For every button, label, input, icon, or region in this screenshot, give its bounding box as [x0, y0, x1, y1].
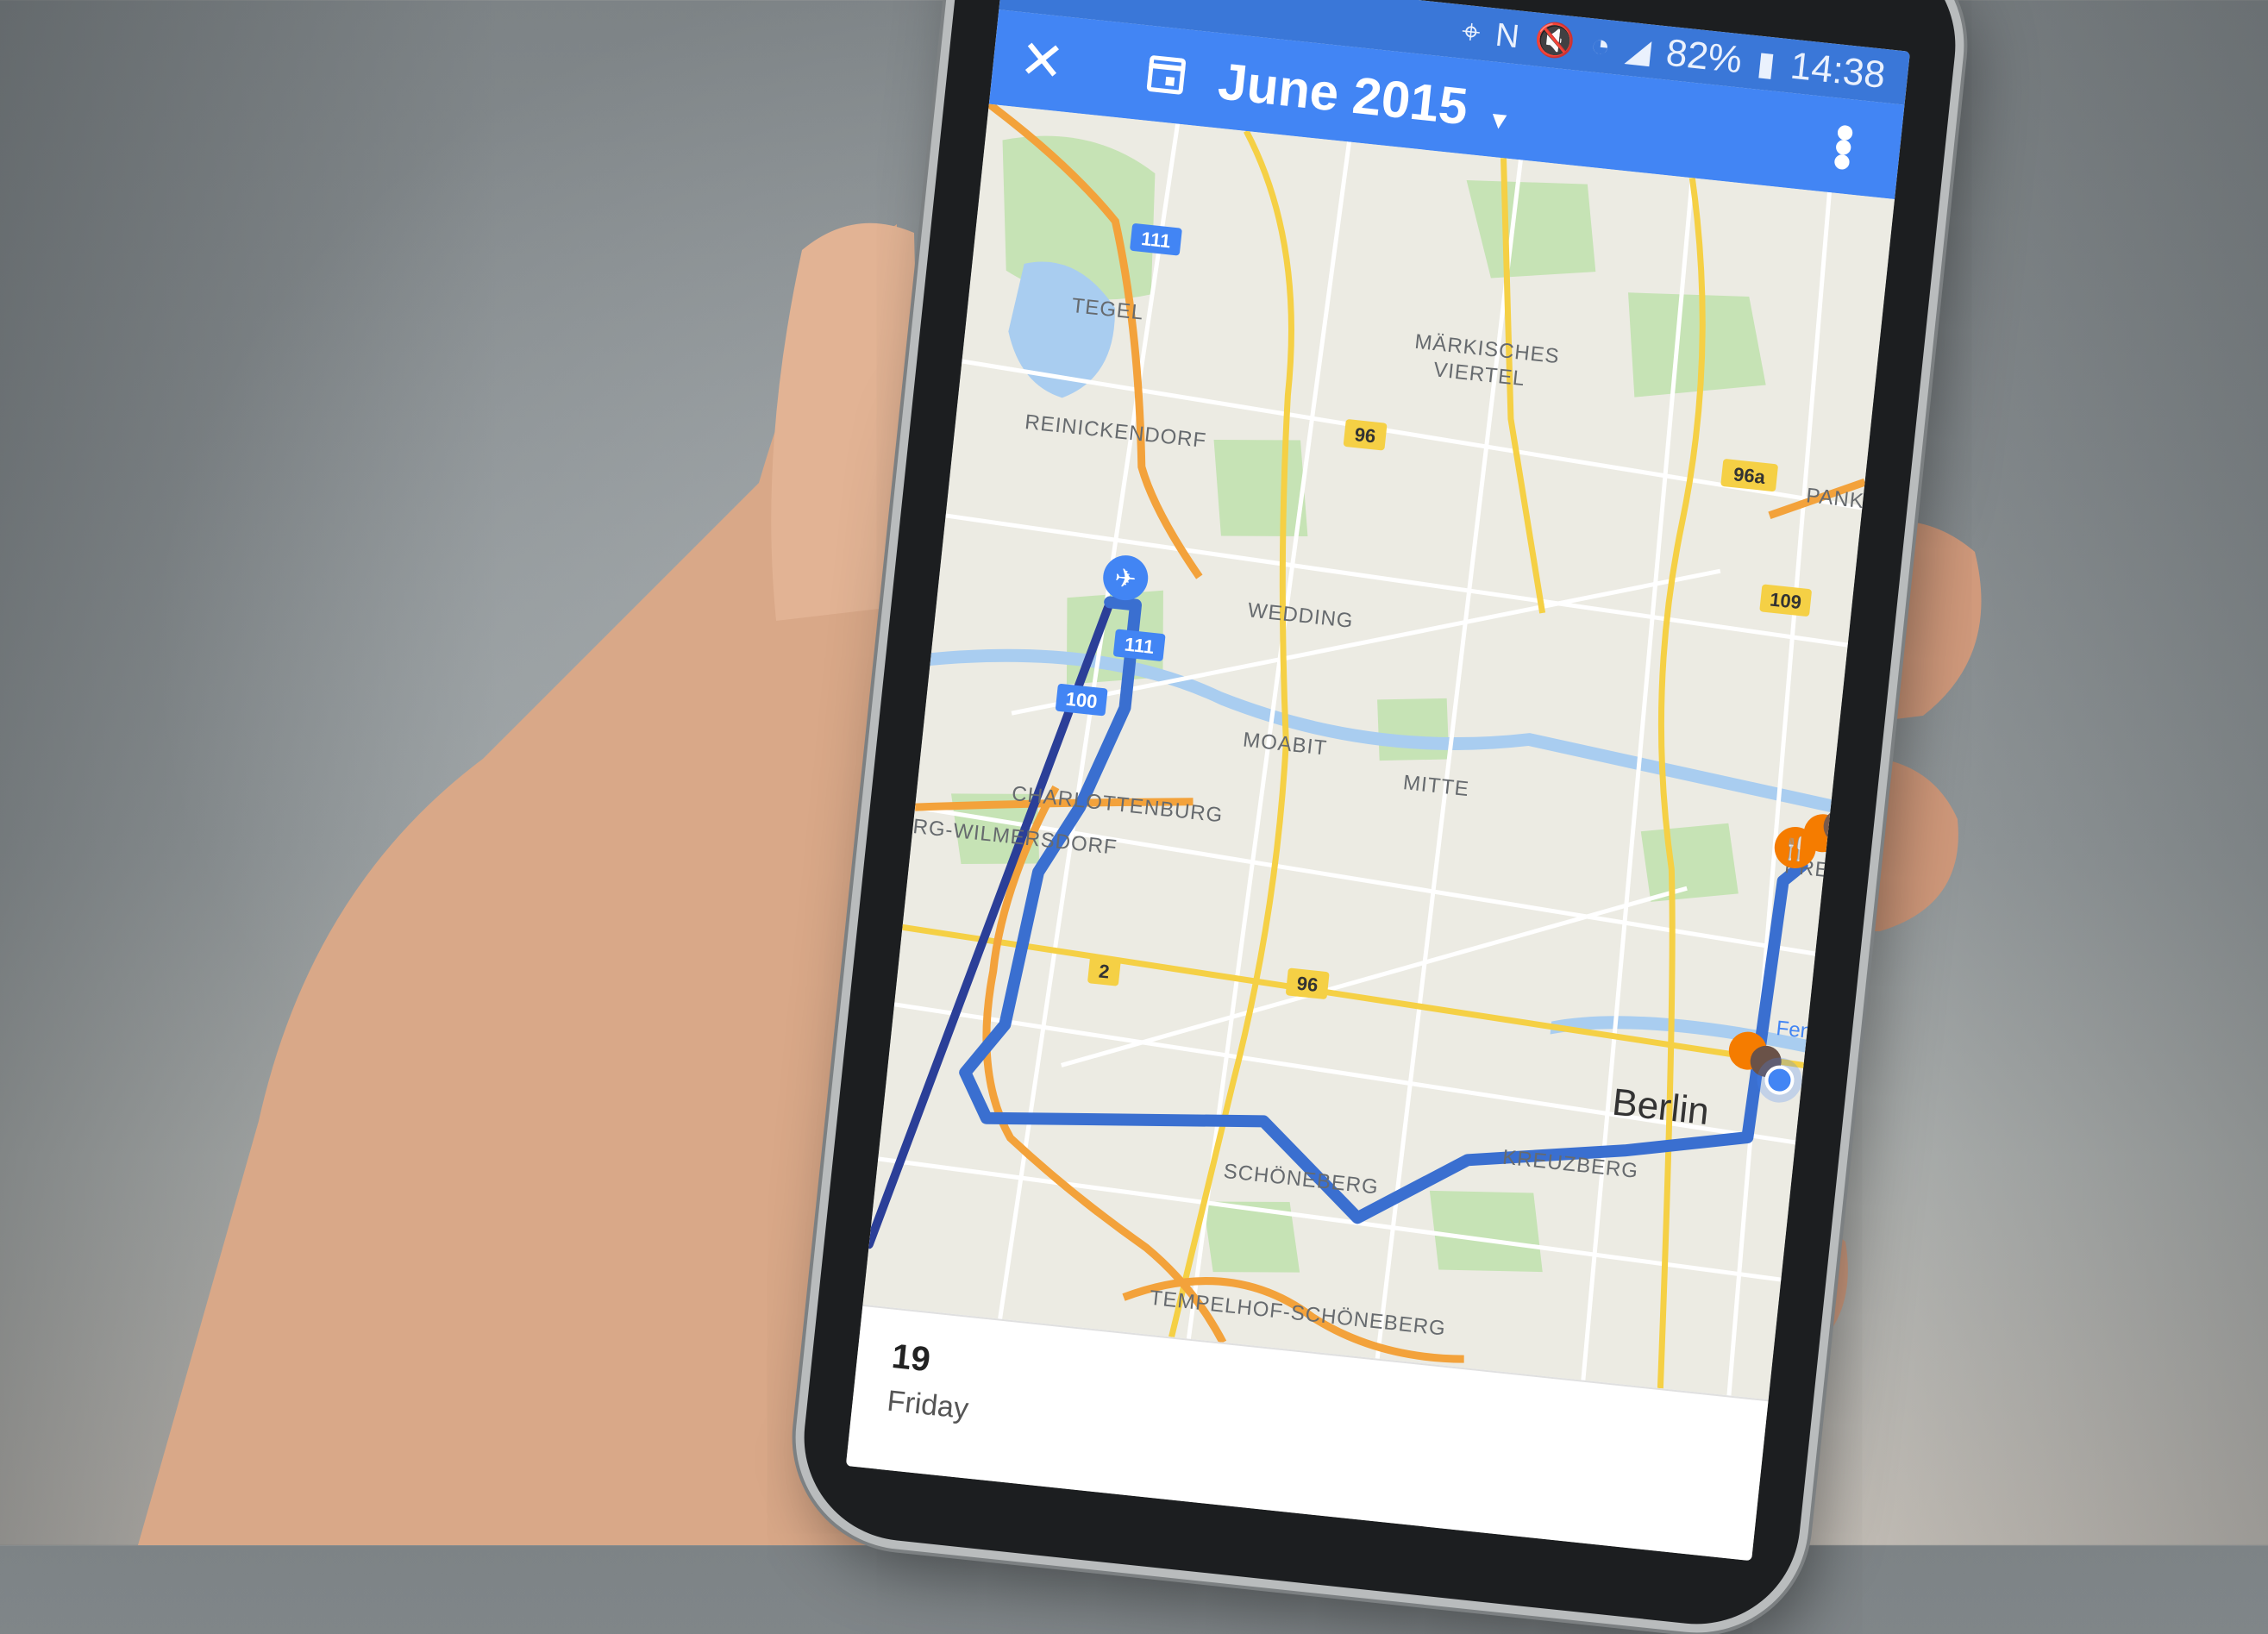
thumb-overlay	[0, 0, 2268, 1545]
